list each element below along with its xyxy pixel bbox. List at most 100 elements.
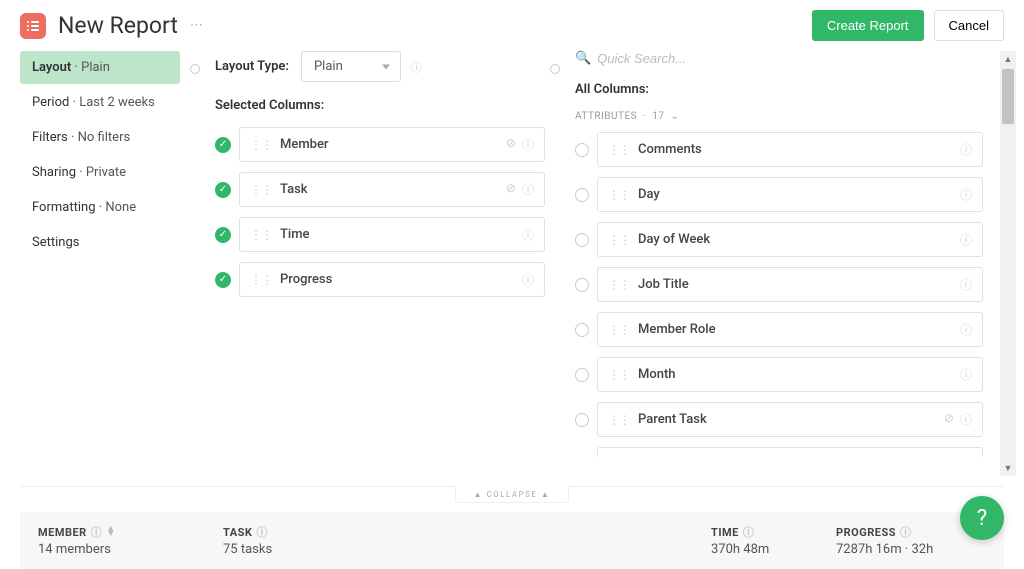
- remove-icon[interactable]: ⊘: [506, 181, 516, 198]
- column-box[interactable]: ⋮⋮ Day of Week ⓘ: [597, 222, 983, 257]
- column-box[interactable]: ⋮⋮ Month ⓘ: [597, 357, 983, 392]
- selected-column-row: ✓ ⋮⋮ Member ⊘ⓘ: [215, 127, 545, 162]
- panel-handle-icon[interactable]: [190, 64, 200, 74]
- available-column-row: ⋮⋮ Day of Week ⓘ: [575, 222, 983, 257]
- remove-icon[interactable]: ⊘: [944, 411, 954, 428]
- info-icon[interactable]: ⓘ: [960, 276, 972, 293]
- summary-label: MEMBER: [38, 526, 87, 539]
- info-icon[interactable]: ⓘ: [256, 524, 268, 540]
- drag-handle-icon[interactable]: ⋮⋮: [608, 188, 630, 202]
- chevron-down-icon: ⌄: [670, 111, 679, 122]
- info-icon[interactable]: ⓘ: [743, 524, 755, 540]
- drag-handle-icon[interactable]: ⋮⋮: [250, 138, 272, 152]
- drag-handle-icon[interactable]: ⋮⋮: [608, 413, 630, 427]
- sort-icon[interactable]: ▲▼: [106, 527, 115, 537]
- unchecked-icon[interactable]: [575, 323, 589, 337]
- info-icon[interactable]: ⓘ: [522, 226, 534, 243]
- column-box[interactable]: ⋮⋮ Project ⊘ⓘ: [597, 447, 983, 457]
- panel-handle-icon[interactable]: [550, 64, 560, 74]
- info-icon[interactable]: ⓘ: [960, 141, 972, 158]
- search-input[interactable]: [597, 51, 989, 66]
- search-icon: 🔍: [575, 51, 591, 66]
- collapse-bar: ▲ COLLAPSE ▲: [20, 486, 1004, 502]
- unchecked-icon[interactable]: [575, 368, 589, 382]
- column-box[interactable]: ⋮⋮ Day ⓘ: [597, 177, 983, 212]
- info-icon[interactable]: ⓘ: [900, 524, 912, 540]
- cancel-button[interactable]: Cancel: [934, 10, 1004, 41]
- help-button[interactable]: ?: [960, 496, 1004, 540]
- info-icon[interactable]: ⓘ: [522, 136, 534, 153]
- sidebar-item-formatting[interactable]: Formatting None: [20, 191, 180, 224]
- sidebar-item-layout[interactable]: Layout Plain: [20, 51, 180, 84]
- column-box[interactable]: ⋮⋮ Comments ⓘ: [597, 132, 983, 167]
- drag-handle-icon[interactable]: ⋮⋮: [608, 323, 630, 337]
- summary-label: TASK: [223, 526, 252, 539]
- check-icon[interactable]: ✓: [215, 227, 231, 243]
- remove-icon[interactable]: ⊘: [506, 136, 516, 153]
- sidebar-item-period[interactable]: Period Last 2 weeks: [20, 86, 180, 119]
- info-icon[interactable]: ⓘ: [522, 181, 534, 198]
- column-box[interactable]: ⋮⋮ Task ⊘ ⓘ: [239, 172, 545, 207]
- page-title: New Report: [58, 12, 178, 39]
- attributes-group-header[interactable]: ATTRIBUTES · 17 ⌄: [575, 111, 989, 122]
- sidebar-item-meta: Plain: [75, 60, 110, 75]
- unchecked-icon[interactable]: [575, 143, 589, 157]
- unchecked-icon[interactable]: [575, 188, 589, 202]
- summary-label: PROGRESS: [836, 526, 896, 539]
- title-menu-icon[interactable]: ⋯: [190, 18, 205, 33]
- unchecked-icon[interactable]: [575, 233, 589, 247]
- sidebar-item-filters[interactable]: Filters No filters: [20, 121, 180, 154]
- available-column-row: ⋮⋮ Job Title ⓘ: [575, 267, 983, 302]
- column-label: Time: [280, 227, 522, 242]
- drag-handle-icon[interactable]: ⋮⋮: [608, 368, 630, 382]
- column-box[interactable]: ⋮⋮ Time ⓘ: [239, 217, 545, 252]
- drag-handle-icon[interactable]: ⋮⋮: [608, 143, 630, 157]
- column-box[interactable]: ⋮⋮ Job Title ⓘ: [597, 267, 983, 302]
- available-column-row: ⋮⋮ Comments ⓘ: [575, 132, 983, 167]
- info-icon[interactable]: ⓘ: [411, 59, 422, 75]
- info-icon[interactable]: ⓘ: [960, 411, 972, 428]
- column-label: Job Title: [638, 277, 960, 292]
- create-report-button[interactable]: Create Report: [812, 10, 924, 41]
- info-icon[interactable]: ⓘ: [960, 231, 972, 248]
- drag-handle-icon[interactable]: ⋮⋮: [608, 233, 630, 247]
- check-icon[interactable]: ✓: [215, 272, 231, 288]
- layout-type-select[interactable]: Plain: [301, 51, 401, 82]
- sidebar-item-settings[interactable]: Settings: [20, 226, 180, 259]
- info-icon[interactable]: ⓘ: [960, 366, 972, 383]
- all-columns-panel: 🔍 All Columns: ATTRIBUTES · 17 ⌄ ⋮⋮ Comm…: [555, 51, 1004, 476]
- sidebar: Layout Plain Period Last 2 weeks Filters…: [20, 51, 195, 476]
- column-box[interactable]: ⋮⋮ Parent Task ⊘ⓘ: [597, 402, 983, 437]
- info-icon[interactable]: ⓘ: [960, 186, 972, 203]
- available-column-row: ⋮⋮ Day ⓘ: [575, 177, 983, 212]
- column-box[interactable]: ⋮⋮ Member Role ⓘ: [597, 312, 983, 347]
- sidebar-item-sharing[interactable]: Sharing Private: [20, 156, 180, 189]
- drag-handle-icon[interactable]: ⋮⋮: [250, 228, 272, 242]
- sidebar-item-label: Filters: [32, 130, 68, 145]
- info-icon[interactable]: ⓘ: [91, 524, 103, 540]
- column-box[interactable]: ⋮⋮ Progress ⓘ: [239, 262, 545, 297]
- info-icon[interactable]: ⓘ: [522, 271, 534, 288]
- available-column-row: ⋮⋮ Parent Task ⊘ⓘ: [575, 402, 983, 437]
- drag-handle-icon[interactable]: ⋮⋮: [250, 183, 272, 197]
- remove-icon[interactable]: ⊘: [944, 456, 954, 457]
- unchecked-icon[interactable]: [575, 413, 589, 427]
- scrollbar[interactable]: ▲ ▼: [1000, 51, 1016, 476]
- drag-handle-icon[interactable]: ⋮⋮: [608, 278, 630, 292]
- info-icon[interactable]: ⓘ: [960, 456, 972, 457]
- summary-bar: MEMBER ⓘ ▲▼ 14 members TASK ⓘ 75 tasks T…: [20, 512, 1004, 569]
- collapse-button[interactable]: ▲ COLLAPSE ▲: [455, 486, 570, 503]
- check-icon[interactable]: ✓: [215, 137, 231, 153]
- column-label: Task: [280, 182, 506, 197]
- scroll-up-icon[interactable]: ▲: [1000, 51, 1016, 67]
- scroll-thumb[interactable]: [1002, 69, 1014, 124]
- main-area: Layout Plain Period Last 2 weeks Filters…: [0, 46, 1024, 476]
- drag-handle-icon[interactable]: ⋮⋮: [250, 273, 272, 287]
- sidebar-item-label: Layout: [32, 60, 71, 75]
- sidebar-item-meta: None: [99, 200, 136, 215]
- column-box[interactable]: ⋮⋮ Member ⊘ⓘ: [239, 127, 545, 162]
- scroll-down-icon[interactable]: ▼: [1000, 460, 1016, 476]
- unchecked-icon[interactable]: [575, 278, 589, 292]
- info-icon[interactable]: ⓘ: [960, 321, 972, 338]
- check-icon[interactable]: ✓: [215, 182, 231, 198]
